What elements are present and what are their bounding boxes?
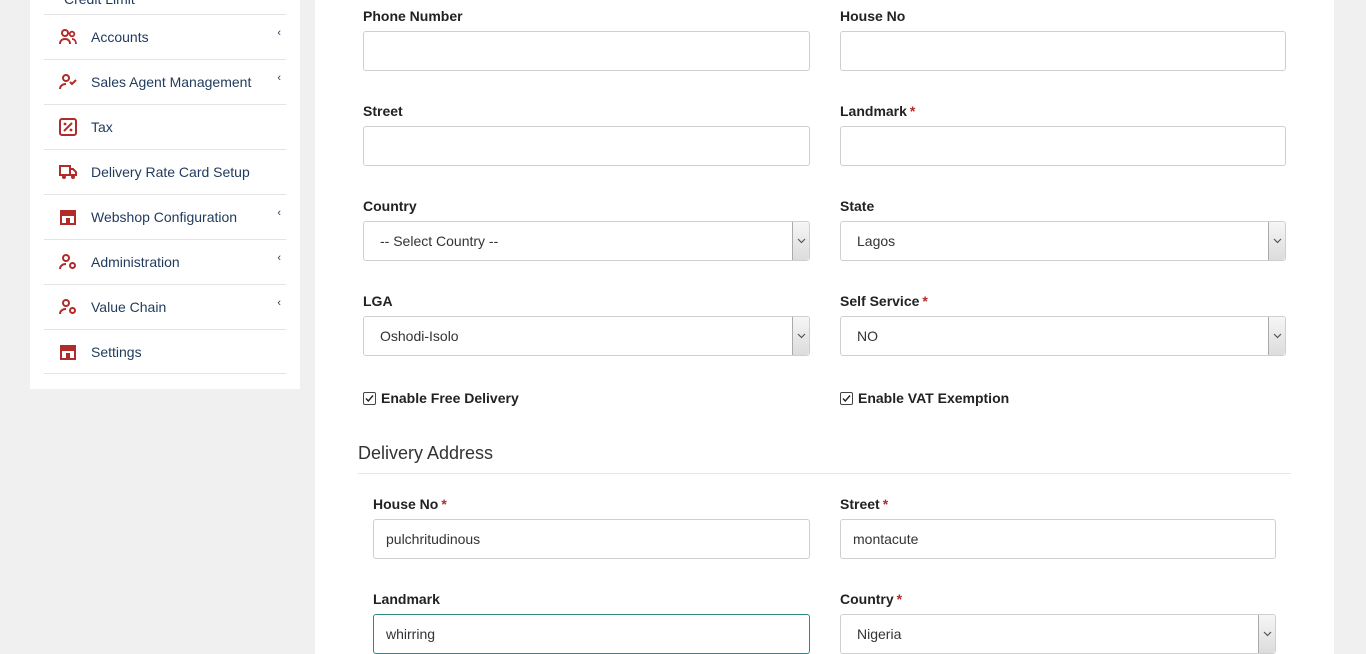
chevron-left-icon: ‹ bbox=[277, 252, 281, 264]
chevron-down-icon bbox=[1268, 317, 1285, 355]
self-service-label: Self Service * bbox=[840, 293, 928, 309]
required-marker: * bbox=[909, 103, 916, 119]
enable-free-delivery-label: Enable Free Delivery bbox=[381, 390, 519, 406]
sidebar-item-label: Settings bbox=[91, 343, 142, 360]
sidebar-item-label: Sales Agent Management bbox=[91, 74, 252, 90]
enable-free-delivery-checkbox[interactable]: Enable Free Delivery bbox=[363, 390, 519, 406]
delivery-landmark-label: Landmark bbox=[373, 591, 440, 607]
delivery-landmark-input[interactable]: whirring bbox=[373, 614, 810, 654]
delivery-country-select[interactable]: Nigeria bbox=[840, 614, 1276, 654]
country-select-value: -- Select Country -- bbox=[380, 233, 499, 249]
chevron-down-icon bbox=[1268, 222, 1285, 260]
store-icon bbox=[59, 343, 77, 361]
enable-vat-exemption-label: Enable VAT Exemption bbox=[858, 390, 1010, 406]
delivery-country-label: Country * bbox=[840, 591, 903, 607]
sidebar-item-credit-limit[interactable]: Credit Limit bbox=[64, 0, 135, 8]
delivery-street-input[interactable]: montacute bbox=[840, 519, 1276, 559]
users-icon bbox=[59, 28, 77, 46]
delivery-house-no-input[interactable]: pulchritudinous bbox=[373, 519, 810, 559]
sidebar-item-webshop-configuration[interactable]: Webshop Configuration ‹ bbox=[44, 194, 286, 239]
lga-label: LGA bbox=[363, 293, 393, 309]
required-marker: * bbox=[922, 293, 928, 309]
sidebar-item-delivery-rate-card-setup[interactable]: Delivery Rate Card Setup bbox=[44, 149, 286, 194]
section-divider bbox=[358, 473, 1291, 474]
sidebar-item-label: Tax bbox=[91, 119, 113, 135]
sidebar: Credit Limit Accounts ‹ Sales Agent Mana… bbox=[30, 0, 300, 389]
chevron-down-icon bbox=[792, 317, 809, 355]
sidebar-item-sales-agent-management[interactable]: Sales Agent Management ‹ bbox=[44, 59, 286, 104]
sidebar-item-label: Administration bbox=[91, 254, 180, 270]
phone-number-label: Phone Number bbox=[363, 8, 463, 24]
sidebar-item-label: Accounts bbox=[91, 29, 149, 45]
percent-icon bbox=[59, 118, 77, 136]
street-input[interactable] bbox=[363, 126, 810, 166]
required-marker: * bbox=[882, 496, 889, 512]
chevron-left-icon: ‹ bbox=[277, 72, 281, 84]
delivery-street-label: Street * bbox=[840, 496, 889, 512]
lga-select-value: Oshodi-Isolo bbox=[380, 328, 459, 344]
required-marker: * bbox=[441, 496, 447, 512]
sidebar-item-value-chain[interactable]: Value Chain ‹ bbox=[44, 284, 286, 329]
sidebar-item-label: Delivery Rate Card Setup bbox=[91, 164, 250, 180]
street-label: Street bbox=[363, 103, 403, 119]
customer-form-card: Phone Number House No Street Landmark * C… bbox=[315, 0, 1334, 654]
sidebar-item-label: Value Chain bbox=[91, 299, 167, 315]
sidebar-item-accounts[interactable]: Accounts ‹ bbox=[44, 14, 286, 59]
enable-vat-exemption-checkbox[interactable]: Enable VAT Exemption bbox=[840, 390, 1009, 406]
house-no-label: House No bbox=[840, 8, 906, 24]
chevron-left-icon: ‹ bbox=[277, 27, 281, 39]
self-service-select[interactable]: NO bbox=[840, 316, 1286, 356]
user-check-icon bbox=[59, 73, 77, 91]
user-gear-icon bbox=[59, 253, 77, 271]
sidebar-item-tax[interactable]: Tax bbox=[44, 104, 286, 149]
user-gear-icon bbox=[59, 298, 77, 316]
required-marker: * bbox=[896, 591, 903, 607]
chevron-left-icon: ‹ bbox=[277, 297, 281, 309]
sidebar-item-label: Webshop Configuration bbox=[91, 209, 238, 225]
phone-number-input[interactable] bbox=[363, 31, 810, 71]
country-label: Country bbox=[363, 198, 417, 214]
state-select-value: Lagos bbox=[857, 233, 896, 249]
chevron-left-icon: ‹ bbox=[277, 207, 281, 219]
self-service-select-value: NO bbox=[857, 328, 878, 344]
state-label: State bbox=[840, 198, 875, 214]
store-icon bbox=[59, 208, 77, 226]
landmark-label: Landmark * bbox=[840, 103, 916, 119]
landmark-input[interactable] bbox=[840, 126, 1286, 166]
sidebar-menu: Accounts ‹ Sales Agent Management ‹ Tax … bbox=[44, 14, 286, 374]
sidebar-item-administration[interactable]: Administration ‹ bbox=[44, 239, 286, 284]
chevron-down-icon bbox=[1258, 615, 1275, 653]
country-select[interactable]: -- Select Country -- bbox=[363, 221, 810, 261]
lga-select[interactable]: Oshodi-Isolo bbox=[363, 316, 810, 356]
delivery-house-no-label: House No * bbox=[373, 496, 447, 512]
house-no-input[interactable] bbox=[840, 31, 1286, 71]
delivery-country-select-value: Nigeria bbox=[857, 626, 902, 642]
sidebar-item-settings[interactable]: Settings bbox=[44, 329, 286, 374]
chevron-down-icon bbox=[792, 222, 809, 260]
checkmark-icon bbox=[363, 391, 376, 405]
state-select[interactable]: Lagos bbox=[840, 221, 1286, 261]
truck-icon bbox=[59, 163, 77, 181]
checkmark-icon bbox=[840, 391, 853, 405]
delivery-address-heading: Delivery Address bbox=[358, 443, 494, 463]
